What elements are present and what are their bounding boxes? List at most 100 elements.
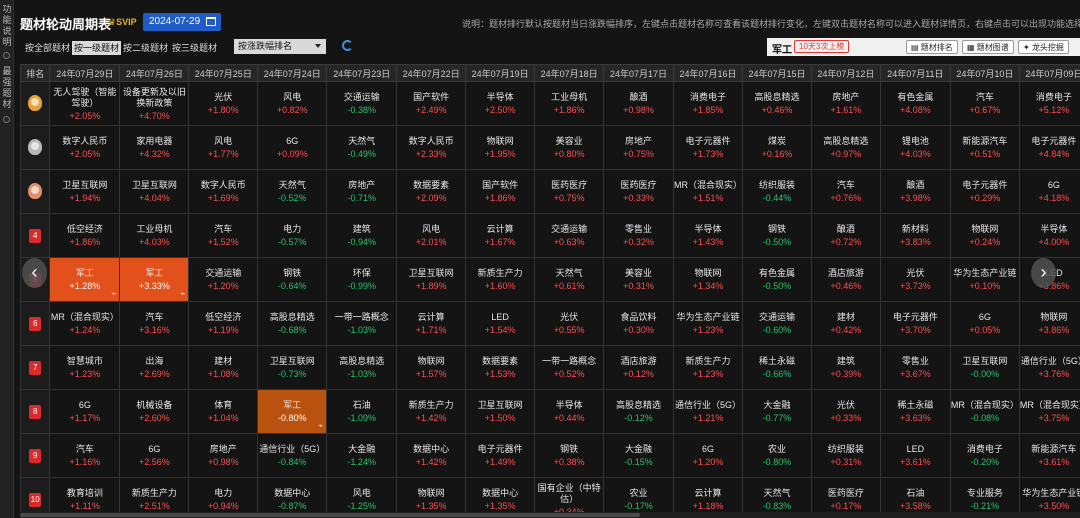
date-header[interactable]: 24年07月24日: [257, 64, 328, 82]
topic-cell[interactable]: 出海 +2.69%: [119, 345, 190, 390]
topic-cell[interactable]: 大金融 -0.77%: [741, 389, 812, 434]
topic-cell[interactable]: 石油 -1.09%: [326, 389, 398, 434]
topic-cell[interactable]: 美容业 +0.80%: [534, 125, 605, 170]
topic-cell[interactable]: 光伏 +1.80%: [188, 81, 259, 126]
date-header[interactable]: 24年07月22日: [396, 64, 467, 82]
topic-cell[interactable]: 卫星互联网 +1.50%: [465, 389, 536, 434]
chevron-right-icon[interactable]: ›: [1031, 258, 1056, 288]
topic-cell[interactable]: 华为生态产业链 +0.10%: [949, 257, 1020, 302]
topic-cell[interactable]: 电子元器件 +3.70%: [879, 301, 951, 346]
topic-cell[interactable]: 锂电池 +4.03%: [879, 125, 951, 170]
date-header[interactable]: 24年07月11日: [879, 64, 951, 82]
topic-cell[interactable]: 电子元器件 +0.29%: [949, 169, 1020, 214]
date-header[interactable]: 24年07月26日: [119, 64, 190, 82]
topic-cell[interactable]: 军工 +3.33% ⌁: [119, 257, 190, 302]
topic-cell[interactable]: 电子元器件 +1.49%: [465, 433, 536, 478]
topic-cell[interactable]: 钢铁 +0.38%: [534, 433, 605, 478]
date-header[interactable]: 24年07月10日: [949, 64, 1020, 82]
filter-all-topics[interactable]: 按全部题材: [23, 41, 72, 55]
side-tab-strongest[interactable]: 最强题材: [0, 66, 14, 110]
topic-cell[interactable]: 新材料 +3.83%: [879, 213, 951, 258]
topic-cell[interactable]: 钢铁 -0.64%: [257, 257, 328, 302]
topic-cell[interactable]: 美容业 +0.31%: [603, 257, 675, 302]
topic-cell[interactable]: 酒店旅游 +0.12%: [603, 345, 675, 390]
topic-cell[interactable]: 汽车 +1.52%: [188, 213, 259, 258]
topic-cell[interactable]: 数字人民币 +2.33%: [396, 125, 467, 170]
topic-cell[interactable]: 建筑 +0.39%: [810, 345, 881, 390]
topic-cell[interactable]: MR（混合现实） -0.08%: [949, 389, 1020, 434]
topic-cell[interactable]: 数字人民币 +2.05%: [49, 125, 121, 170]
topic-cell[interactable]: 高股息精选 +0.46%: [741, 81, 812, 126]
topic-cell[interactable]: 汽车 +0.67%: [949, 81, 1020, 126]
topic-cell[interactable]: 物联网 +0.24%: [949, 213, 1020, 258]
topic-cell[interactable]: 一带一路概念 +0.52%: [534, 345, 605, 390]
topic-cell[interactable]: 卫星互联网 +1.94%: [49, 169, 121, 214]
topic-cell[interactable]: 通信行业（5G） +1.21%: [673, 389, 743, 434]
topic-cell[interactable]: 有色金属 +4.08%: [879, 81, 951, 126]
topic-cell[interactable]: 工业母机 +4.03%: [119, 213, 190, 258]
topic-cell[interactable]: 国产软件 +2.49%: [396, 81, 467, 126]
topic-cell[interactable]: 军工 +1.28% ⌁: [49, 257, 121, 302]
topic-cell[interactable]: 酿酒 +3.98%: [879, 169, 951, 214]
topic-cell[interactable]: 数据要素 +2.09%: [396, 169, 467, 214]
topic-cell[interactable]: 华为生态产业链 +1.23%: [673, 301, 743, 346]
topic-cell[interactable]: 体育 +1.04%: [188, 389, 259, 434]
topic-cell[interactable]: 建材 +0.42%: [810, 301, 881, 346]
trend-icon[interactable]: ⌁: [181, 289, 186, 298]
date-header[interactable]: 24年07月09日: [1018, 64, 1080, 82]
topic-cell[interactable]: MR（混合现实） +1.24%: [49, 301, 121, 346]
topic-cell[interactable]: 纺织服装 -0.44%: [741, 169, 812, 214]
topic-cell[interactable]: 新能源汽车 +3.61%: [1018, 433, 1080, 478]
topic-cell[interactable]: 环保 -0.99%: [326, 257, 398, 302]
topic-cell[interactable]: 交通运输 +0.63%: [534, 213, 605, 258]
topic-cell[interactable]: 稀土永磁 -0.66%: [741, 345, 812, 390]
topic-cell[interactable]: 汽车 +1.16%: [49, 433, 121, 478]
topic-cell[interactable]: 6G +1.17%: [49, 389, 121, 434]
topic-cell[interactable]: 低空经济 +1.19%: [188, 301, 259, 346]
topic-cell[interactable]: 半导体 +2.50%: [465, 81, 536, 126]
topic-cell[interactable]: 数字人民币 +1.69%: [188, 169, 259, 214]
topic-cell[interactable]: 交通运输 -0.60%: [741, 301, 812, 346]
date-header[interactable]: 24年07月23日: [326, 64, 398, 82]
topic-cell[interactable]: 交通运输 -0.38%: [326, 81, 398, 126]
topic-cell[interactable]: 建材 +1.08%: [188, 345, 259, 390]
topic-cell[interactable]: 工业母机 +1.86%: [534, 81, 605, 126]
topic-cell[interactable]: 云计算 +1.67%: [465, 213, 536, 258]
topic-cell[interactable]: 建筑 -0.94%: [326, 213, 398, 258]
topic-cell[interactable]: 农业 -0.80%: [741, 433, 812, 478]
topic-cell[interactable]: 有色金属 -0.50%: [741, 257, 812, 302]
topic-cell[interactable]: 零售业 +3.67%: [879, 345, 951, 390]
topic-cell[interactable]: 高股息精选 +0.97%: [810, 125, 881, 170]
topic-cell[interactable]: 6G +0.09%: [257, 125, 328, 170]
sort-select[interactable]: 按涨跌幅排名: [234, 39, 326, 54]
topic-cell[interactable]: 医药医疗 +0.33%: [603, 169, 675, 214]
topic-cell[interactable]: 卫星互联网 -0.00%: [949, 345, 1020, 390]
trend-icon[interactable]: ⌁: [112, 289, 117, 298]
topic-cell[interactable]: 房地产 +0.98%: [188, 433, 259, 478]
topic-cell[interactable]: 酿酒 +0.98%: [603, 81, 675, 126]
topic-cell[interactable]: 煤炭 +0.16%: [741, 125, 812, 170]
topic-cell[interactable]: 食品饮料 +0.30%: [603, 301, 675, 346]
date-header[interactable]: 24年07月29日: [49, 64, 121, 82]
topic-cell[interactable]: 光伏 +0.55%: [534, 301, 605, 346]
filter-level2-topics[interactable]: 按二级题材: [121, 41, 170, 55]
topic-cell[interactable]: 新质生产力 +1.42%: [396, 389, 467, 434]
topic-cell[interactable]: 光伏 +3.73%: [879, 257, 951, 302]
date-header[interactable]: 24年07月19日: [465, 64, 536, 82]
topic-cell[interactable]: 高股息精选 -0.68%: [257, 301, 328, 346]
topic-cell[interactable]: LED +1.54%: [465, 301, 536, 346]
filter-level3-topics[interactable]: 按三级题材: [170, 41, 219, 55]
topic-cell[interactable]: 消费电子 +1.85%: [673, 81, 743, 126]
topic-cell[interactable]: 一带一路概念 -1.03%: [326, 301, 398, 346]
topic-cell[interactable]: 高股息精选 -1.03%: [326, 345, 398, 390]
topic-cell[interactable]: 军工 -0.80% ⌁: [257, 389, 328, 434]
topic-cell[interactable]: 风电 +1.77%: [188, 125, 259, 170]
topic-cell[interactable]: 酒店旅游 +0.46%: [810, 257, 881, 302]
topic-cell[interactable]: 设备更新及以旧换新政策 +4.70%: [119, 81, 190, 126]
leader-mining-button[interactable]: ✦ 龙头挖掘: [1018, 40, 1069, 54]
topic-cell[interactable]: 医药医疗 +0.75%: [534, 169, 605, 214]
topic-cell[interactable]: 物联网 +1.34%: [673, 257, 743, 302]
topic-cell[interactable]: 酿酒 +0.72%: [810, 213, 881, 258]
topic-cell[interactable]: 汽车 +0.76%: [810, 169, 881, 214]
topic-cell[interactable]: 智慧城市 +1.23%: [49, 345, 121, 390]
